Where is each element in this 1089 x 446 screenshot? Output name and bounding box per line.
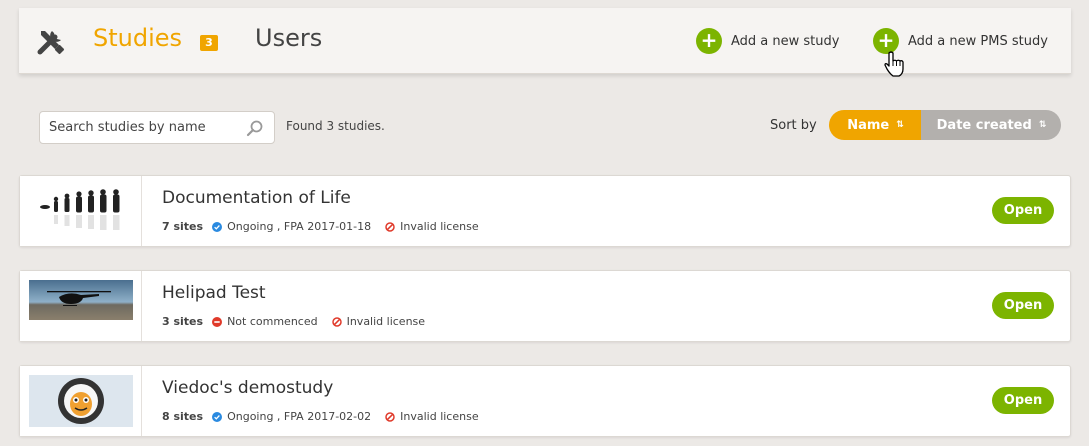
study-card: Viedoc's demostudy 8 sites Ongoing , FPA… — [19, 365, 1071, 437]
open-study-button[interactable]: Open — [992, 197, 1054, 224]
sort-name-label: Name — [847, 117, 890, 133]
study-status: Ongoing , FPA 2017-01-18 — [227, 220, 372, 233]
study-thumbnail — [20, 366, 142, 436]
license-status: Invalid license — [400, 220, 479, 233]
check-circle-icon — [212, 221, 223, 232]
invalid-license-icon — [331, 316, 342, 327]
add-pms-study-label: Add a new PMS study — [908, 33, 1048, 49]
tools-icon — [37, 31, 65, 55]
sort-arrows-icon: ⇅ — [896, 120, 903, 130]
mascot-logo — [29, 375, 133, 427]
study-meta: 3 sites Not commenced Invalid license — [162, 315, 425, 328]
study-meta: 8 sites Ongoing , FPA 2017-02-02 Invalid… — [162, 410, 479, 423]
evolution-image — [40, 189, 120, 230]
top-header: Studies 3 Users + Add a new study + Add … — [19, 8, 1071, 77]
sort-by-name-button[interactable]: Name ⇅ — [829, 110, 921, 140]
study-title: Helipad Test — [162, 283, 266, 303]
study-status: Ongoing , FPA 2017-02-02 — [227, 410, 372, 423]
study-meta: 7 sites Ongoing , FPA 2017-01-18 Invalid… — [162, 220, 479, 233]
results-count-text: Found 3 studies. — [286, 119, 385, 133]
add-study-button[interactable]: + Add a new study — [696, 28, 839, 54]
search-input[interactable] — [40, 112, 240, 143]
open-study-button[interactable]: Open — [992, 292, 1054, 319]
study-card: Documentation of Life 7 sites Ongoing , … — [19, 175, 1071, 247]
study-title: Documentation of Life — [162, 188, 351, 208]
hand-cursor-icon — [884, 51, 904, 77]
study-title: Viedoc's demostudy — [162, 378, 334, 398]
sort-label: Sort by — [770, 118, 817, 133]
tab-users[interactable]: Users — [255, 24, 322, 52]
search-box — [39, 111, 275, 144]
site-count: 3 sites — [162, 315, 204, 328]
site-count: 8 sites — [162, 410, 204, 423]
helicopter-image — [29, 280, 133, 320]
plus-icon: + — [696, 28, 722, 54]
site-count: 7 sites — [162, 220, 204, 233]
studies-page: Studies 3 Users + Add a new study + Add … — [0, 0, 1089, 446]
sort-by-date-button[interactable]: Date created ⇅ — [921, 110, 1061, 140]
open-study-button[interactable]: Open — [992, 387, 1054, 414]
tab-studies[interactable]: Studies — [93, 24, 182, 52]
study-thumbnail — [20, 176, 142, 246]
license-status: Invalid license — [346, 315, 426, 328]
check-circle-icon — [212, 411, 223, 422]
studies-count-badge: 3 — [200, 35, 218, 51]
invalid-license-icon — [385, 221, 395, 232]
search-icon[interactable] — [246, 119, 264, 137]
license-status: Invalid license — [400, 410, 479, 423]
study-status: Not commenced — [227, 315, 318, 328]
add-study-label: Add a new study — [731, 33, 840, 49]
study-thumbnail — [20, 271, 142, 341]
sort-arrows-icon: ⇅ — [1038, 120, 1046, 130]
sort-date-label: Date created — [936, 117, 1032, 133]
invalid-license-icon — [385, 411, 395, 422]
minus-circle-icon — [212, 316, 223, 327]
study-card: Helipad Test 3 sites Not commenced Inval… — [19, 270, 1071, 342]
